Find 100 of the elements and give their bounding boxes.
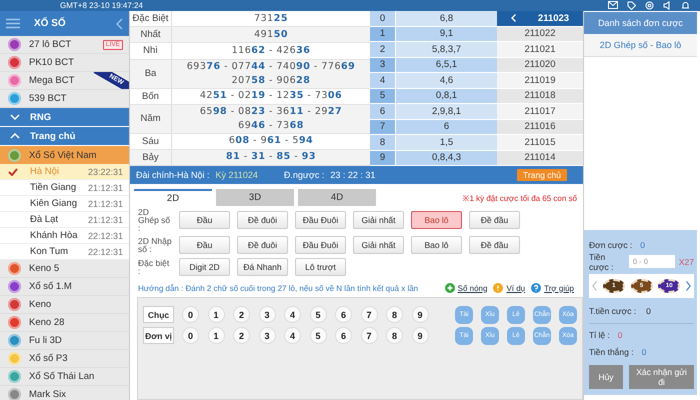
period-item[interactable]: 211022 — [497, 26, 583, 42]
bet-type-button[interactable]: Đề đầu — [469, 211, 520, 229]
province-item[interactable]: Tiền Giang 21:12:31 — [0, 180, 129, 196]
bet-type-button[interactable]: Giải nhất — [353, 236, 404, 254]
digit-ball[interactable]: 6 — [335, 327, 352, 344]
period-item[interactable]: 211014 — [497, 150, 583, 166]
period-item[interactable]: 211020 — [497, 58, 583, 73]
period-item[interactable]: 211019 — [497, 73, 583, 88]
digit-cell: 4 — [370, 73, 395, 88]
prize-numbers: 20758 - 90628 — [232, 74, 310, 88]
digit-ball[interactable]: 9 — [412, 327, 428, 344]
digit-cell: 3 — [370, 58, 395, 73]
game-menu-item[interactable]: Keno — [0, 296, 129, 314]
bet-type-button[interactable]: Đề đầu — [469, 236, 520, 254]
bet-type-button[interactable]: Đầu — [179, 211, 230, 229]
game-menu-item[interactable]: Fu li 3D — [0, 332, 129, 350]
help-link[interactable]: Ví dụ — [506, 284, 526, 292]
digit-cell: 8 — [370, 135, 395, 150]
envelope-icon[interactable] — [608, 1, 618, 9]
period-item[interactable]: 211016 — [497, 120, 583, 135]
digit-ball[interactable]: 8 — [386, 327, 403, 344]
digit-ball[interactable]: 0 — [182, 306, 199, 323]
help-link[interactable]: Trợ giúp — [544, 284, 574, 292]
right-chevron-icon[interactable] — [686, 281, 691, 291]
limit-note: ※1 kỳ đặt cược tối đa 65 con số — [462, 193, 578, 203]
digit-cell: 6 — [370, 104, 395, 120]
order-count: 0 — [640, 240, 646, 250]
digit-ball[interactable]: 8 — [386, 306, 403, 323]
bet-type-button[interactable]: Giải nhất — [353, 211, 404, 229]
digit-cell: 1 — [370, 26, 395, 42]
digit-ball[interactable]: 1 — [208, 306, 224, 323]
province-item[interactable]: Kiên Giang 21:12:31 — [0, 196, 129, 212]
digit-ball[interactable]: 4 — [284, 327, 301, 344]
digit-ball[interactable]: 4 — [284, 306, 301, 323]
values-cell: 9,1 — [395, 26, 497, 42]
total-value: 0 — [646, 306, 651, 316]
values-cell: 6,5,1 — [395, 58, 497, 73]
digit-ball[interactable]: 3 — [258, 327, 276, 344]
province-item[interactable]: Hà Nội 23:22:31 — [0, 164, 129, 180]
prize-name: Sáu — [142, 136, 159, 147]
prize-name: Bảy — [142, 152, 159, 163]
game-menu-item[interactable]: Mark Six — [0, 386, 129, 400]
bell-icon[interactable] — [681, 1, 690, 10]
digit-ball[interactable]: 0 — [182, 327, 199, 344]
bet-type-button[interactable]: Bao lô — [411, 211, 462, 229]
bet-type-button[interactable]: Đầu — [179, 236, 230, 254]
values-cell: 4,6 — [395, 73, 497, 88]
digit-ball[interactable]: 7 — [360, 306, 378, 323]
group-header[interactable]: Xổ Số Việt Nam — [0, 146, 129, 164]
digit-ball[interactable]: 1 — [208, 327, 224, 344]
game-menu-item[interactable]: Xổ số 1.M — [0, 278, 129, 296]
bet-type-button[interactable]: Lô trượt — [295, 258, 346, 276]
prize-name: Nhất — [140, 29, 161, 40]
clock-text: GMT+8 23-10 19:47:24 — [60, 0, 143, 10]
bet-type-button[interactable]: Đề đuôi — [237, 236, 288, 254]
bet-type-button[interactable]: Digit 2D — [179, 258, 230, 276]
digit-ball[interactable]: 9 — [412, 306, 428, 323]
values-cell: 1,5 — [395, 135, 497, 150]
section-header[interactable]: RNG — [0, 108, 129, 127]
digit-ball[interactable]: 5 — [310, 327, 326, 344]
digit-ball[interactable]: 6 — [335, 306, 352, 323]
previous-chevron-icon[interactable] — [510, 14, 516, 22]
game-tab[interactable]: 4D — [298, 189, 376, 206]
game-menu-item[interactable]: Keno 5 — [0, 260, 129, 278]
values-cell: 6,8 — [395, 11, 497, 26]
countdown-text: 23 : 22 : 31 — [330, 170, 376, 180]
bet-group-label: 2D Ghép số : — [138, 208, 172, 232]
period-item[interactable]: 211018 — [497, 88, 583, 104]
bet-type-button[interactable]: Bao lô — [411, 236, 462, 254]
bet-type-button[interactable]: Đầu Đuôi — [295, 236, 346, 254]
win-value: 0 — [642, 346, 646, 356]
picker-label: Đơn vị — [143, 327, 174, 344]
field-label: T.tiền cược : — [589, 306, 636, 316]
province-item[interactable]: Đà Lạt 21:12:31 — [0, 212, 129, 228]
prize-numbers: 69376 - 07744 - 74090 - 77669 — [186, 60, 356, 74]
digit-ball[interactable]: 2 — [233, 306, 250, 323]
digit-ball[interactable]: 5 — [310, 306, 326, 323]
digit-ball[interactable]: 2 — [233, 327, 250, 344]
speaker-icon[interactable] — [663, 1, 672, 10]
help-link[interactable]: Số nóng — [458, 284, 488, 292]
game-menu-item[interactable]: Xổ Số Thái Lan — [0, 368, 129, 386]
order-item[interactable]: 2D Ghép số - Bao lô — [584, 34, 697, 57]
bet-type-button[interactable]: Đề đuôi — [237, 211, 288, 229]
game-menu-item[interactable]: Keno 28 — [0, 314, 129, 332]
digit-ball[interactable]: 3 — [258, 306, 276, 323]
period-item[interactable]: 211017 — [497, 104, 583, 120]
section-header[interactable]: Trang chủ — [0, 127, 129, 146]
digit-ball[interactable]: 7 — [360, 327, 378, 344]
province-item[interactable]: Kon Tum 22:12:31 — [0, 244, 129, 260]
province-item[interactable]: Khánh Hòa 22:12:31 — [0, 228, 129, 244]
period-item[interactable]: 211021 — [497, 42, 583, 58]
game-menu-item[interactable]: Xổ số P3 — [0, 350, 129, 368]
tag-icon[interactable] — [627, 1, 636, 10]
game-tab[interactable]: 3D — [216, 189, 294, 206]
game-menu-item[interactable]: PK10 BCT — [0, 54, 129, 72]
period-item[interactable]: 211015 — [497, 135, 583, 150]
prize-numbers: 608 - 961 - 594 — [228, 134, 314, 148]
bet-type-button[interactable]: Đá Nhanh — [237, 258, 288, 276]
bet-type-button[interactable]: Đầu Đuôi — [295, 211, 346, 229]
current-period-header[interactable]: 211023 — [497, 11, 583, 26]
